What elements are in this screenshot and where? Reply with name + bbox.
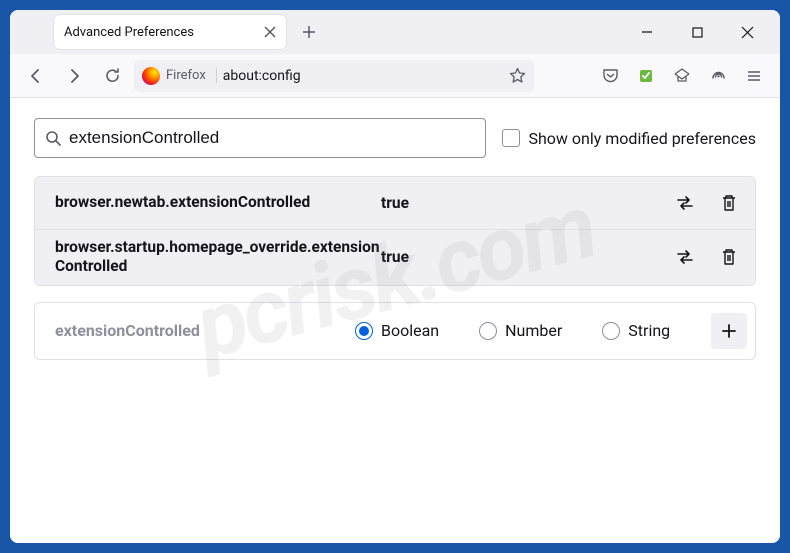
close-tab-icon[interactable] (264, 26, 276, 38)
add-button[interactable] (711, 313, 747, 349)
checkbox-icon (502, 129, 520, 147)
minimize-button[interactable] (632, 17, 662, 47)
add-pref-row: extensionControlled Boolean Number Strin… (34, 302, 756, 360)
search-box[interactable] (34, 118, 486, 158)
protections-button[interactable] (702, 60, 734, 92)
delete-button[interactable] (711, 239, 747, 275)
titlebar: Advanced Preferences (10, 10, 780, 54)
pref-value: true (381, 248, 667, 266)
browser-window: Advanced Preferences (10, 10, 780, 543)
pref-value: true (381, 194, 667, 212)
row-actions (667, 239, 747, 275)
show-modified-toggle[interactable]: Show only modified preferences (502, 129, 756, 148)
radio-boolean[interactable]: Boolean (355, 321, 439, 340)
browser-tab[interactable]: Advanced Preferences (54, 15, 286, 49)
radio-label: Boolean (381, 321, 439, 340)
table-row[interactable]: browser.newtab.extensionControlled true (35, 177, 755, 230)
pref-name: browser.newtab.extensionControlled (55, 193, 381, 212)
about-config-content: Show only modified preferences browser.n… (10, 98, 780, 543)
tab-title: Advanced Preferences (64, 25, 194, 40)
pref-name: browser.startup.homepage_override.extens… (55, 238, 381, 277)
search-icon (45, 130, 61, 146)
results-table: browser.newtab.extensionControlled true … (34, 176, 756, 286)
url-bar[interactable]: Firefox about:config (134, 60, 534, 92)
show-modified-label: Show only modified preferences (528, 129, 756, 148)
delete-button[interactable] (711, 185, 747, 221)
extension-button[interactable] (630, 60, 662, 92)
new-pref-name: extensionControlled (55, 321, 355, 340)
nav-toolbar: Firefox about:config (10, 54, 780, 98)
close-window-button[interactable] (732, 17, 762, 47)
type-radio-group: Boolean Number String (355, 321, 711, 340)
reload-button[interactable] (96, 60, 128, 92)
identity-label: Firefox (166, 68, 217, 83)
maximize-button[interactable] (682, 17, 712, 47)
url-text: about:config (223, 68, 503, 84)
table-row[interactable]: browser.startup.homepage_override.extens… (35, 230, 755, 285)
search-row: Show only modified preferences (34, 118, 756, 158)
pocket-button[interactable] (594, 60, 626, 92)
search-input[interactable] (69, 128, 475, 148)
bookmark-star-icon[interactable] (509, 67, 526, 84)
forward-button[interactable] (58, 60, 90, 92)
account-button[interactable] (666, 60, 698, 92)
new-tab-button[interactable] (294, 17, 324, 47)
radio-icon (355, 322, 373, 340)
row-actions (667, 185, 747, 221)
radio-icon (602, 322, 620, 340)
radio-label: String (628, 321, 670, 340)
toggle-button[interactable] (667, 185, 703, 221)
app-menu-button[interactable] (738, 60, 770, 92)
firefox-logo-icon (142, 67, 160, 85)
radio-number[interactable]: Number (479, 321, 562, 340)
window-controls (632, 17, 776, 47)
radio-string[interactable]: String (602, 321, 670, 340)
radio-icon (479, 322, 497, 340)
back-button[interactable] (20, 60, 52, 92)
toggle-button[interactable] (667, 239, 703, 275)
radio-label: Number (505, 321, 562, 340)
